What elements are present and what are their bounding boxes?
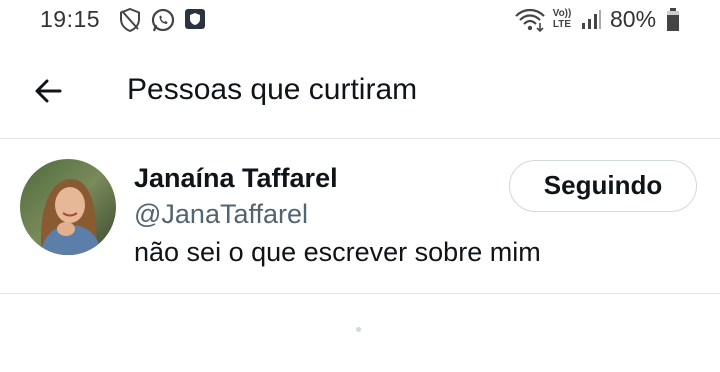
app-notification-icon	[184, 8, 206, 35]
app-header: Pessoas que curtiram	[0, 40, 720, 139]
status-bar: 19:15 Vo)) LTE 80%	[0, 0, 720, 40]
signal-icon	[580, 10, 602, 35]
page-title: Pessoas que curtiram	[127, 73, 418, 106]
arrow-left-icon	[35, 79, 62, 103]
wifi-icon	[514, 8, 546, 37]
user-handle: @JanaTaffarel	[134, 199, 309, 229]
user-bio: não sei o que escrever sobre mim	[134, 237, 541, 267]
whatsapp-icon	[150, 7, 176, 38]
battery-percentage: 80%	[610, 6, 657, 32]
volte-icon: Vo)) LTE	[552, 8, 572, 30]
avatar[interactable]	[20, 159, 116, 255]
battery-icon	[666, 8, 680, 37]
shield-icon	[118, 7, 142, 38]
loading-indicator	[356, 327, 361, 332]
following-button[interactable]: Seguindo	[509, 160, 697, 212]
status-time: 19:15	[40, 6, 101, 32]
back-button[interactable]	[30, 73, 66, 109]
list-item[interactable]: Janaína Taffarel @JanaTaffarel não sei o…	[0, 139, 720, 294]
user-name[interactable]: Janaína Taffarel	[134, 163, 338, 194]
